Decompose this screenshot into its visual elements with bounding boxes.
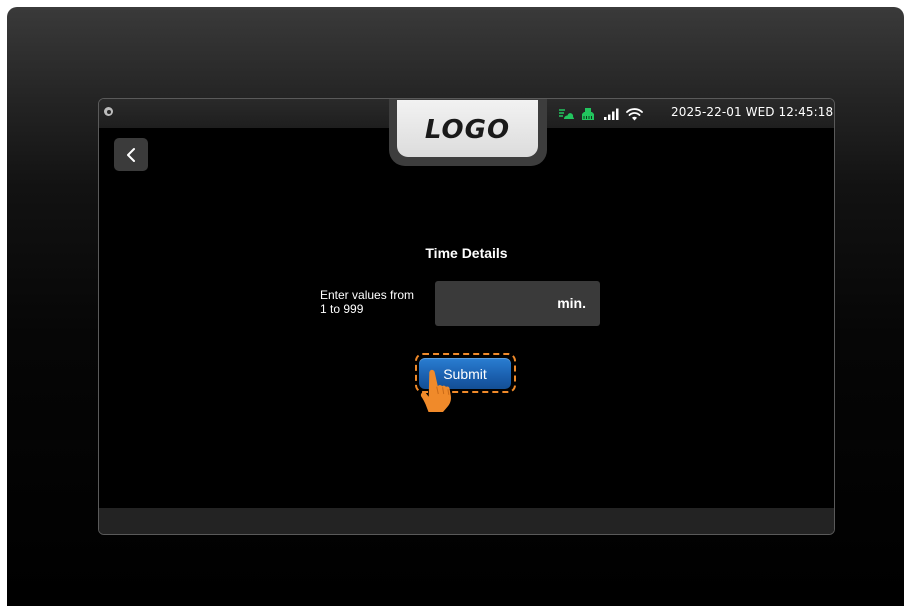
chevron-left-icon (127, 147, 135, 162)
camera-icon (104, 107, 113, 116)
datetime-label: 2025-22-01 WED 12:45:18 (671, 105, 834, 119)
bottom-bar (99, 508, 834, 534)
signal-bars-icon (599, 108, 623, 121)
minutes-field[interactable]: min. (435, 281, 600, 326)
device-bezel: 2025-22-01 WED 12:45:18 LOGO Time Detail… (7, 7, 904, 606)
minutes-input[interactable] (441, 289, 545, 319)
submit-button[interactable]: Submit (419, 358, 511, 389)
device-screen: 2025-22-01 WED 12:45:18 LOGO Time Detail… (98, 98, 835, 535)
logo-tab: LOGO (389, 99, 547, 166)
cloud-sync-icon (555, 107, 577, 121)
input-hint: Enter values from 1 to 999 (320, 288, 415, 316)
status-icons (555, 105, 645, 123)
back-button[interactable] (114, 138, 148, 171)
wifi-icon (623, 107, 645, 121)
logo-plate: LOGO (397, 100, 538, 157)
network-port-icon (577, 107, 599, 121)
unit-label: min. (557, 295, 586, 311)
logo: LOGO (424, 114, 511, 145)
page-title: Time Details (425, 245, 508, 261)
